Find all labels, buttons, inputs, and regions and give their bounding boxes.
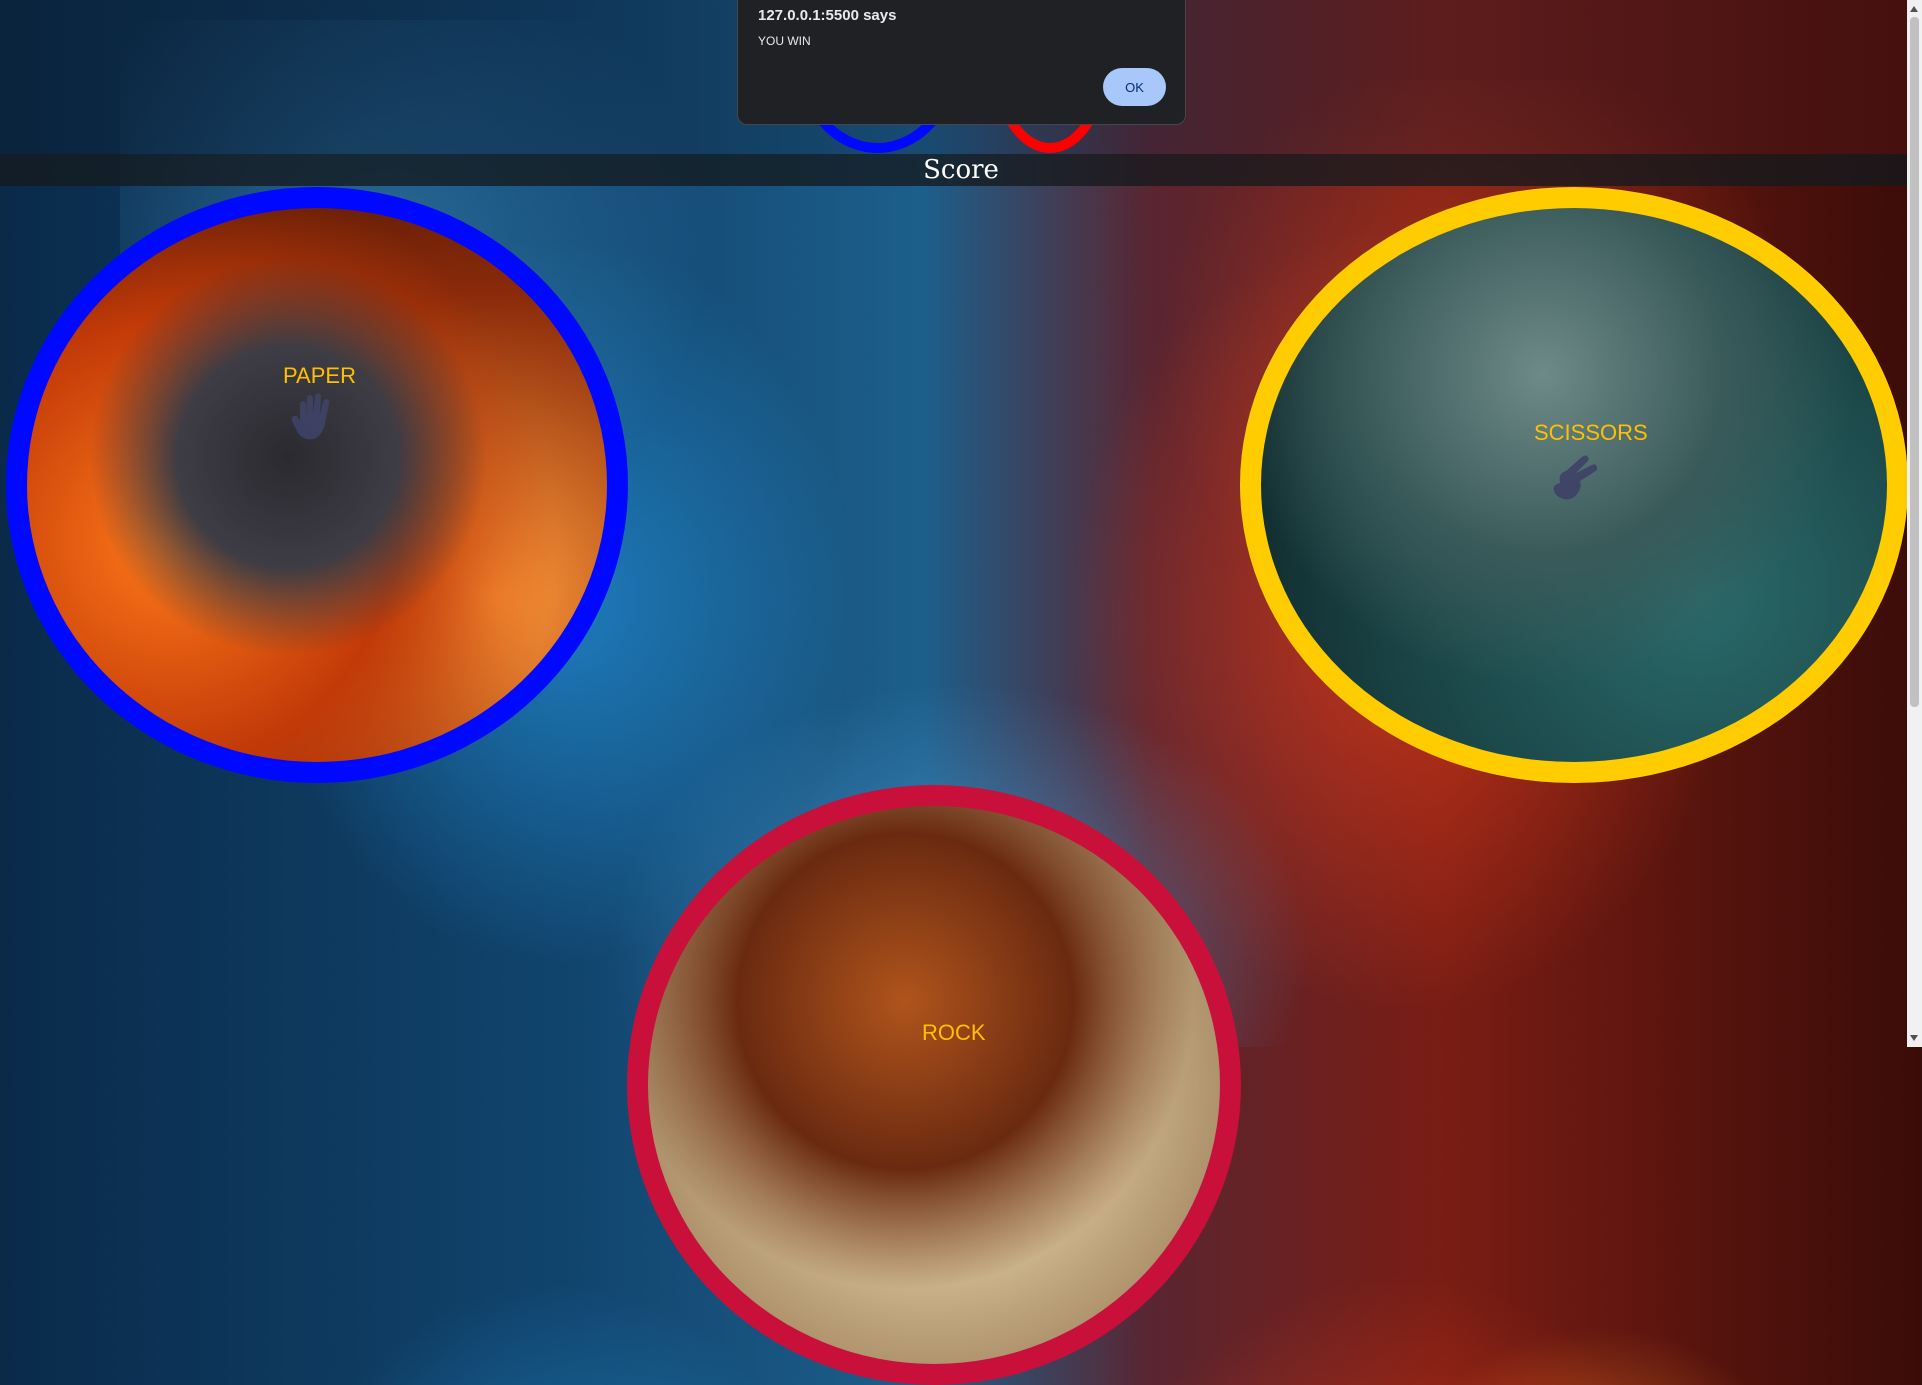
rock-choice[interactable]: ROCK (627, 785, 1241, 1385)
alert-message: YOU WIN (758, 34, 811, 48)
paper-choice[interactable]: PAPER (6, 187, 628, 783)
score-bar: Score (0, 154, 1922, 186)
score-title: Score (923, 155, 999, 185)
alert-origin: 127.0.0.1:5500 says (758, 7, 897, 24)
alert-dialog: 127.0.0.1:5500 says YOU WIN OK (737, 0, 1186, 125)
scroll-up-icon[interactable] (1910, 6, 1918, 12)
hand-scissors-icon (1553, 455, 1598, 500)
scissors-label: SCISSORS (1534, 420, 1648, 445)
vertical-scrollbar[interactable] (1907, 0, 1922, 1047)
ok-button[interactable]: OK (1103, 68, 1166, 106)
rock-label: ROCK (922, 1020, 986, 1045)
scroll-down-icon[interactable] (1910, 1035, 1918, 1041)
scissors-choice[interactable]: SCISSORS (1240, 187, 1908, 783)
paper-label: PAPER (283, 363, 356, 388)
scrollbar-thumb[interactable] (1910, 17, 1919, 707)
hand-paper-icon (291, 393, 330, 440)
